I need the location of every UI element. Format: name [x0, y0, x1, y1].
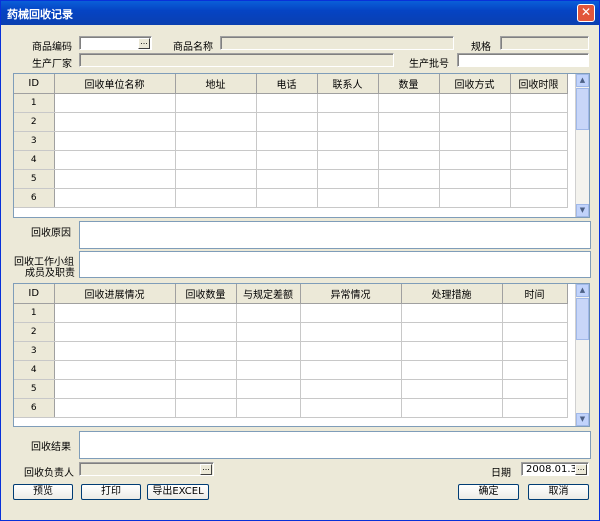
spec-label: 规格 [471, 42, 491, 53]
col-header-phone[interactable]: 电话 [256, 74, 318, 94]
col-header-quantity[interactable]: 数量 [378, 74, 440, 94]
table-row[interactable]: 6 [14, 188, 568, 208]
scroll-up-button[interactable]: ▲ [576, 74, 589, 87]
title-bar[interactable]: 药械回收记录 ✕ [1, 1, 599, 25]
recall-progress-grid[interactable]: ID 回收进展情况 回收数量 与规定差额 异常情况 处理措施 时间 1 2 3 … [13, 283, 590, 427]
col-header-recall-deadline[interactable]: 回收时限 [510, 74, 568, 94]
reason-textarea[interactable] [79, 221, 591, 249]
col-header-recall-method[interactable]: 回收方式 [439, 74, 511, 94]
manufacturer-field[interactable] [79, 53, 394, 67]
table-row[interactable]: 5 [14, 379, 568, 399]
cancel-button[interactable]: 取消 [528, 484, 589, 500]
team-label-line2: 成员及职责 [25, 268, 75, 279]
date-field[interactable]: 2008.01.30 ... [521, 462, 589, 476]
scroll-up-button[interactable]: ▲ [576, 284, 589, 297]
row-number: 2 [14, 112, 55, 132]
date-picker-button[interactable]: ... [575, 464, 587, 475]
scroll-down-button[interactable]: ▼ [576, 204, 589, 217]
col-header-id[interactable]: ID [14, 284, 55, 304]
table-row[interactable]: 3 [14, 131, 568, 151]
product-name-field[interactable] [220, 36, 454, 50]
table-row[interactable]: 2 [14, 322, 568, 342]
table-row[interactable]: 3 [14, 341, 568, 361]
owner-label: 回收负责人 [24, 468, 74, 479]
col-header-difference[interactable]: 与规定差额 [236, 284, 301, 304]
owner-field[interactable]: ... [79, 462, 214, 476]
row-number: 5 [14, 169, 55, 189]
col-header-address[interactable]: 地址 [175, 74, 257, 94]
export-excel-button[interactable]: 导出EXCEL [147, 484, 209, 500]
table-row[interactable]: 4 [14, 360, 568, 380]
ok-button[interactable]: 确定 [458, 484, 519, 500]
scroll-thumb[interactable] [576, 298, 589, 340]
chevron-down-icon: ▼ [579, 415, 586, 423]
product-code-field[interactable]: ... [79, 36, 152, 50]
product-code-label: 商品编码 [32, 42, 72, 53]
table-row[interactable]: 5 [14, 169, 568, 189]
dialog-window: 药械回收记录 ✕ 商品编码 ... 商品名称 规格 生产厂家 生产批号 ID 回… [0, 0, 600, 521]
col-header-id[interactable]: ID [14, 74, 55, 94]
reason-label: 回收原因 [31, 228, 71, 239]
preview-button[interactable]: 预览 [13, 484, 73, 500]
col-header-measures[interactable]: 处理措施 [401, 284, 503, 304]
row-number: 5 [14, 379, 55, 399]
table-row[interactable]: 6 [14, 398, 568, 418]
table-row[interactable]: 4 [14, 150, 568, 170]
scroll-thumb[interactable] [576, 88, 589, 130]
grid2-scrollbar[interactable]: ▲ ▼ [575, 284, 589, 426]
row-number: 4 [14, 360, 55, 380]
col-header-exception[interactable]: 异常情况 [300, 284, 402, 304]
grid1-scrollbar[interactable]: ▲ ▼ [575, 74, 589, 217]
window-title: 药械回收记录 [7, 8, 73, 21]
row-number: 4 [14, 150, 55, 170]
date-label: 日期 [491, 468, 511, 479]
close-icon: ✕ [580, 5, 592, 19]
batch-field[interactable] [457, 53, 589, 67]
row-number: 2 [14, 322, 55, 342]
team-textarea[interactable] [79, 251, 591, 278]
product-code-browse-button[interactable]: ... [138, 38, 150, 49]
row-number: 6 [14, 188, 55, 208]
col-header-progress[interactable]: 回收进展情况 [54, 284, 176, 304]
col-header-time[interactable]: 时间 [502, 284, 568, 304]
result-label: 回收结果 [31, 442, 71, 453]
chevron-down-icon: ▼ [579, 206, 586, 214]
manufacturer-label: 生产厂家 [32, 59, 72, 70]
table-row[interactable]: 2 [14, 112, 568, 132]
col-header-contact[interactable]: 联系人 [317, 74, 379, 94]
row-number: 1 [14, 303, 55, 323]
chevron-up-icon: ▲ [579, 286, 586, 294]
owner-browse-button[interactable]: ... [200, 464, 212, 475]
table-row[interactable]: 1 [14, 303, 568, 323]
spec-field[interactable] [500, 36, 589, 50]
print-button[interactable]: 打印 [81, 484, 141, 500]
row-number: 3 [14, 341, 55, 361]
product-name-label: 商品名称 [173, 42, 213, 53]
row-number: 3 [14, 131, 55, 151]
table-row[interactable]: 1 [14, 93, 568, 113]
chevron-up-icon: ▲ [579, 76, 586, 84]
recall-units-grid[interactable]: ID 回收单位名称 地址 电话 联系人 数量 回收方式 回收时限 1 2 3 4… [13, 73, 590, 218]
col-header-unit-name[interactable]: 回收单位名称 [54, 74, 176, 94]
col-header-recall-quantity[interactable]: 回收数量 [175, 284, 237, 304]
row-number: 1 [14, 93, 55, 113]
row-number: 6 [14, 398, 55, 418]
batch-label: 生产批号 [409, 59, 449, 70]
scroll-down-button[interactable]: ▼ [576, 413, 589, 426]
result-textarea[interactable] [79, 431, 591, 459]
close-button[interactable]: ✕ [577, 4, 595, 22]
